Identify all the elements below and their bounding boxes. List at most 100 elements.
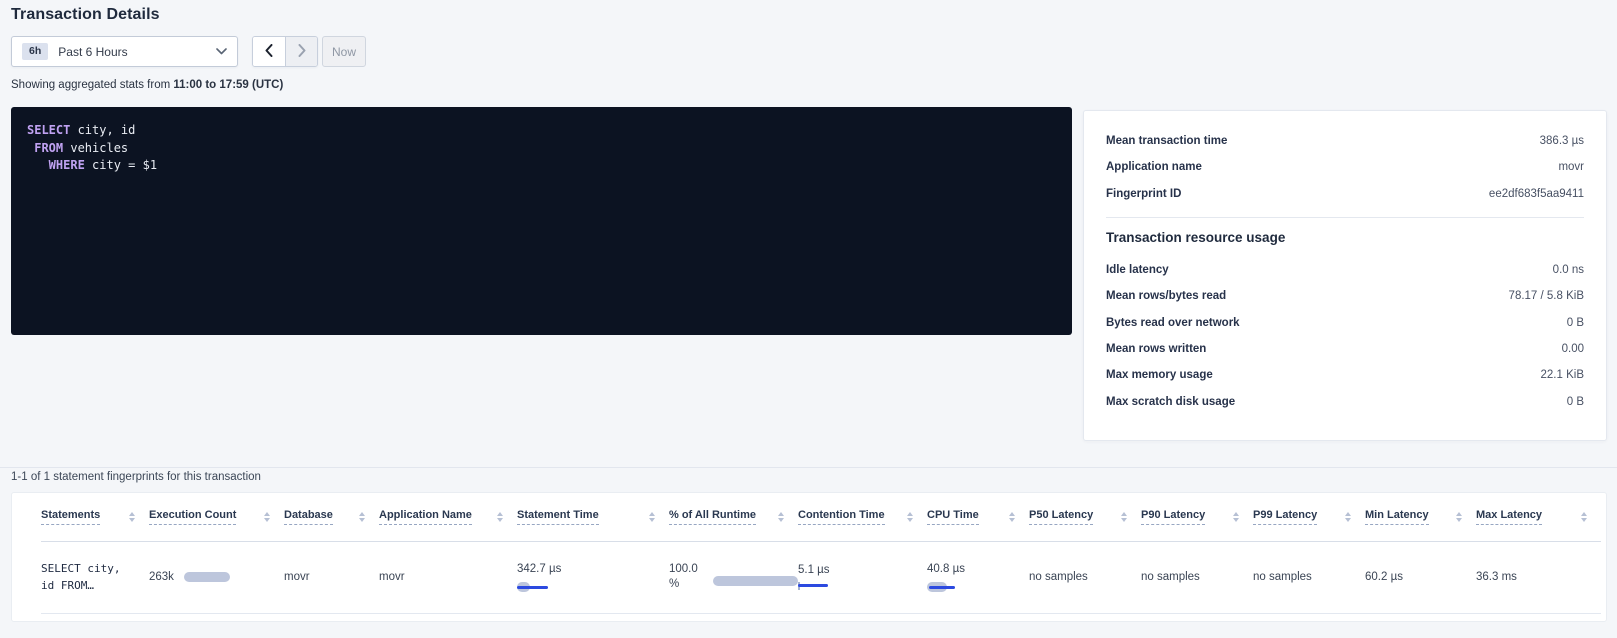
summary-label: Mean transaction time: [1106, 135, 1227, 147]
p90-latency-value: no samples: [1141, 571, 1200, 583]
summary-row: Bytes read over network 0 B: [1106, 309, 1584, 335]
sort-icon[interactable]: [1121, 512, 1127, 522]
column-header-max-latency[interactable]: Max Latency: [1476, 509, 1542, 525]
application-name-value: movr: [379, 571, 405, 583]
contention-time-value: 5.1 µs: [798, 564, 830, 576]
statement-count-text: 1-1 of 1 statement fingerprints for this…: [11, 471, 261, 483]
summary-row: Mean rows written 0.00: [1106, 336, 1584, 362]
time-nav-group: [252, 36, 318, 67]
sort-icon[interactable]: [1009, 512, 1015, 522]
column-header-database[interactable]: Database: [284, 509, 333, 525]
execution-count-value: 263k: [149, 571, 174, 583]
summary-label: Mean rows written: [1106, 343, 1206, 355]
sort-icon[interactable]: [1345, 512, 1351, 522]
sort-icon[interactable]: [1233, 512, 1239, 522]
table-header-row: Statements Execution Count Database Appl…: [41, 493, 1601, 541]
now-button[interactable]: Now: [322, 36, 366, 67]
statements-table-card: Statements Execution Count Database Appl…: [11, 492, 1607, 622]
pct-runtime-bar: [713, 576, 798, 586]
sql-statement-box: SELECT city, id FROM vehicles WHERE city…: [11, 107, 1072, 335]
min-latency-value: 60.2 µs: [1365, 571, 1403, 583]
sql-text: city = $1: [85, 158, 157, 172]
sort-icon[interactable]: [497, 512, 503, 522]
summary-value: 22.1 KiB: [1541, 369, 1584, 381]
summary-value: ee2df683f5aa9411: [1489, 188, 1584, 200]
summary-value: 0.0 ns: [1553, 264, 1584, 276]
summary-value: 78.17 / 5.8 KiB: [1509, 290, 1584, 302]
time-range-dropdown[interactable]: 6h Past 6 Hours: [11, 36, 238, 67]
sql-keyword: SELECT: [27, 123, 70, 137]
sort-icon[interactable]: [129, 512, 135, 522]
summary-label: Fingerprint ID: [1106, 188, 1181, 200]
cpu-time-value: 40.8 µs: [927, 562, 975, 577]
column-header-execution-count[interactable]: Execution Count: [149, 509, 236, 525]
column-header-pct-runtime[interactable]: % of All Runtime: [669, 509, 756, 525]
summary-row: Application name movr: [1106, 154, 1584, 180]
sort-icon[interactable]: [1581, 512, 1587, 522]
summary-label: Mean rows/bytes read: [1106, 290, 1226, 302]
sql-statement-text: SELECT city, id FROM vehicles WHERE city…: [11, 107, 1072, 175]
transaction-summary-card: Mean transaction time 386.3 µs Applicati…: [1083, 110, 1607, 441]
sql-text: city, id: [70, 123, 135, 137]
summary-row: Max scratch disk usage 0 B: [1106, 388, 1584, 414]
chevron-right-icon: [298, 44, 306, 60]
column-header-cpu-time[interactable]: CPU Time: [927, 509, 979, 525]
sql-keyword: WHERE: [27, 158, 85, 172]
execution-count-bar: [184, 572, 230, 582]
column-header-application-name[interactable]: Application Name: [379, 509, 472, 525]
resource-usage-heading: Transaction resource usage: [1106, 230, 1584, 245]
time-range-label: Past 6 Hours: [58, 45, 127, 59]
summary-row: Mean rows/bytes read 78.17 / 5.8 KiB: [1106, 283, 1584, 309]
statement-link[interactable]: SELECT city, id FROM…: [41, 560, 133, 594]
summary-row: Max memory usage 22.1 KiB: [1106, 362, 1584, 388]
aggregation-range-text: Showing aggregated stats from 11:00 to 1…: [11, 79, 283, 91]
summary-value: 0.00: [1562, 343, 1584, 355]
chevron-down-icon: [216, 48, 227, 55]
sort-icon[interactable]: [359, 512, 365, 522]
column-header-statement-time[interactable]: Statement Time: [517, 509, 599, 525]
sort-icon[interactable]: [649, 512, 655, 522]
aggregation-range-prefix: Showing aggregated stats from: [11, 79, 173, 91]
aggregation-range-value: 11:00 to 17:59 (UTC): [173, 79, 283, 91]
summary-label: Bytes read over network: [1106, 317, 1240, 329]
contention-time-bar: [798, 581, 830, 591]
summary-value: 386.3 µs: [1540, 135, 1584, 147]
summary-row: Fingerprint ID ee2df683f5aa9411: [1106, 181, 1584, 207]
max-latency-value: 36.3 ms: [1476, 571, 1517, 583]
column-header-min-latency[interactable]: Min Latency: [1365, 509, 1429, 525]
transaction-details-page: Transaction Details 6h Past 6 Hours Now …: [0, 0, 1617, 638]
pct-runtime-value: 100.0 %: [669, 562, 705, 592]
summary-value: 0 B: [1567, 396, 1584, 408]
next-time-button[interactable]: [285, 37, 317, 66]
p50-latency-value: no samples: [1029, 571, 1088, 583]
summary-label: Application name: [1106, 161, 1202, 173]
column-header-statements[interactable]: Statements: [41, 509, 100, 525]
statement-time-value: 342.7 µs: [517, 562, 565, 577]
sql-keyword: FROM: [27, 141, 63, 155]
cpu-time-bar: [927, 582, 957, 592]
statements-table: Statements Execution Count Database Appl…: [41, 493, 1601, 614]
chevron-left-icon: [265, 44, 273, 60]
sql-text: vehicles: [63, 141, 128, 155]
p99-latency-value: no samples: [1253, 571, 1312, 583]
column-header-contention-time[interactable]: Contention Time: [798, 509, 885, 525]
column-header-p99-latency[interactable]: P99 Latency: [1253, 509, 1317, 525]
sort-icon[interactable]: [907, 512, 913, 522]
summary-label: Max memory usage: [1106, 369, 1213, 381]
summary-value: movr: [1558, 161, 1584, 173]
sort-icon[interactable]: [264, 512, 270, 522]
prev-time-button[interactable]: [253, 37, 285, 66]
page-title: Transaction Details: [11, 6, 160, 24]
sort-icon[interactable]: [778, 512, 784, 522]
column-header-p90-latency[interactable]: P90 Latency: [1141, 509, 1205, 525]
summary-divider: [1106, 217, 1584, 218]
database-value: movr: [284, 571, 310, 583]
summary-label: Idle latency: [1106, 264, 1169, 276]
summary-value: 0 B: [1567, 317, 1584, 329]
statement-time-bar: [517, 582, 551, 592]
column-header-p50-latency[interactable]: P50 Latency: [1029, 509, 1093, 525]
sort-icon[interactable]: [1456, 512, 1462, 522]
summary-row: Mean transaction time 386.3 µs: [1106, 128, 1584, 154]
table-row: SELECT city, id FROM… 263k movr movr 342…: [41, 541, 1601, 613]
summary-row: Idle latency 0.0 ns: [1106, 257, 1584, 283]
